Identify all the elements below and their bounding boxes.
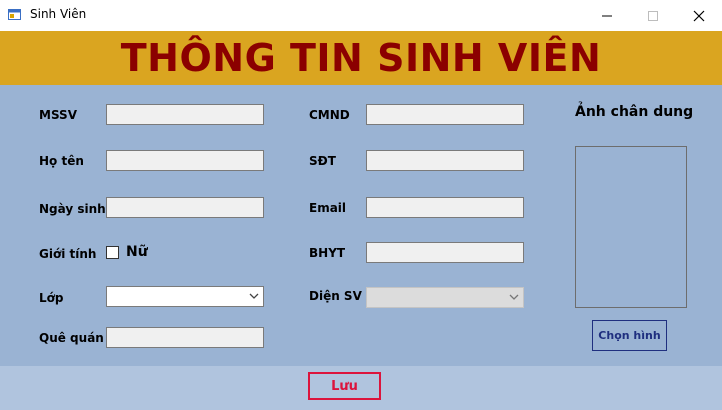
bhyt-field[interactable]: [366, 242, 524, 263]
save-button[interactable]: Lưu: [308, 372, 381, 400]
portrait-photo-box: [575, 146, 687, 308]
gioi-tinh-label: Giới tính: [39, 247, 97, 261]
ngay-sinh-field[interactable]: [106, 197, 264, 218]
chevron-down-icon: [509, 294, 519, 300]
app-window-icon: [8, 9, 21, 20]
dien-sv-label: Diện SV: [309, 289, 362, 303]
minimize-icon: [602, 15, 612, 16]
ho-ten-label: Họ tên: [39, 154, 84, 168]
header-banner: THÔNG TIN SINH VIÊN: [0, 31, 722, 85]
chevron-down-icon: [249, 293, 259, 299]
photo-title: Ảnh chân dung: [575, 104, 694, 120]
page-title: THÔNG TIN SINH VIÊN: [120, 36, 602, 80]
window-titlebar: Sinh Viên: [0, 0, 722, 31]
cmnd-label: CMND: [309, 108, 350, 122]
minimize-button[interactable]: [584, 0, 630, 31]
sdt-label: SĐT: [309, 154, 336, 168]
gender-female-label: Nữ: [126, 244, 148, 260]
email-label: Email: [309, 201, 347, 215]
ngay-sinh-label: Ngày sinh: [39, 202, 106, 216]
cmnd-field[interactable]: [366, 104, 524, 125]
lop-select[interactable]: [106, 286, 264, 307]
close-icon: [693, 10, 705, 21]
mssv-label: MSSV: [39, 108, 77, 122]
maximize-button[interactable]: [630, 0, 676, 31]
mssv-field[interactable]: [106, 104, 264, 125]
que-quan-field[interactable]: [106, 327, 264, 348]
window-title: Sinh Viên: [30, 7, 87, 21]
close-button[interactable]: [676, 0, 722, 31]
dien-sv-select[interactable]: [366, 287, 524, 308]
que-quan-label: Quê quán: [39, 331, 104, 345]
bhyt-label: BHYT: [309, 246, 346, 260]
gender-female-checkbox[interactable]: [106, 246, 119, 259]
email-field[interactable]: [366, 197, 524, 218]
maximize-icon: [648, 10, 658, 21]
ho-ten-field[interactable]: [106, 150, 264, 171]
sdt-field[interactable]: [366, 150, 524, 171]
choose-image-button[interactable]: Chọn hình: [592, 320, 667, 351]
lop-label: Lớp: [39, 291, 64, 305]
